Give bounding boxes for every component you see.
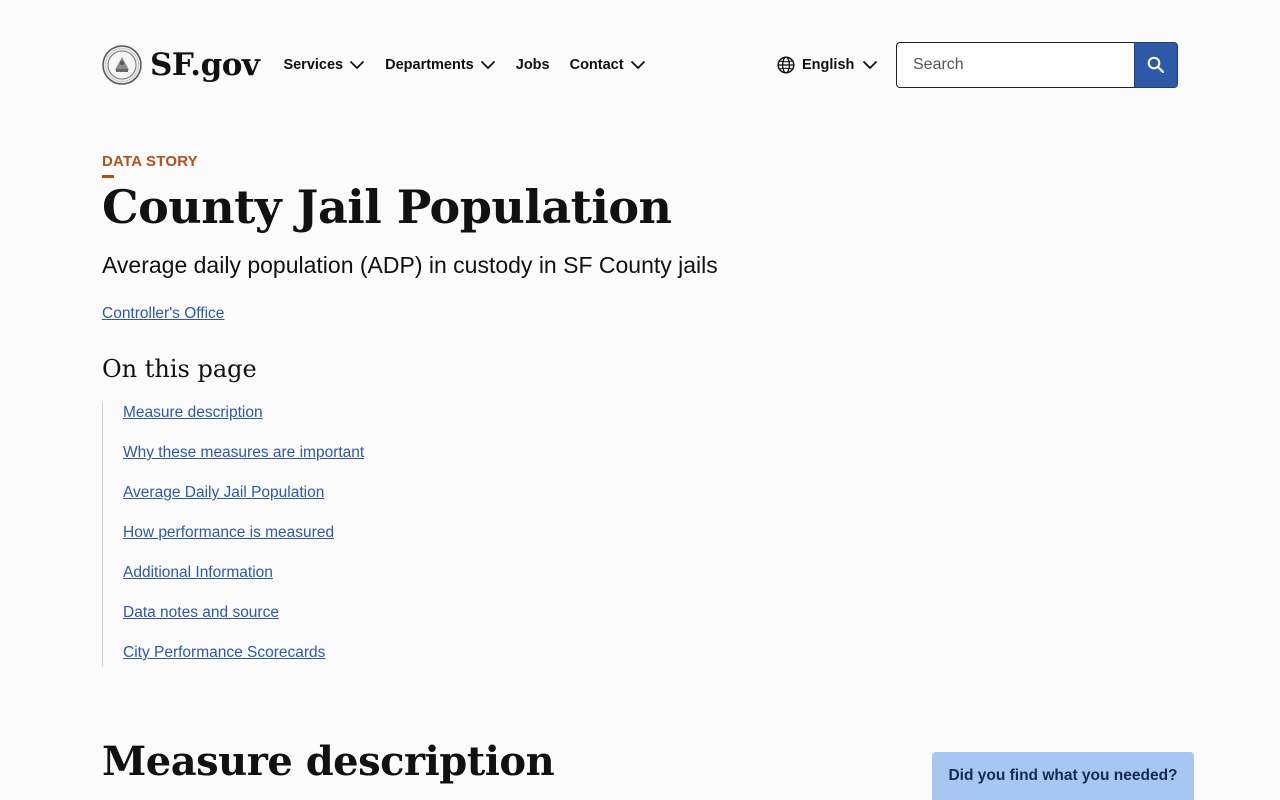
toc-link-why-important[interactable]: Why these measures are important	[123, 442, 364, 482]
page-subtitle: Average daily population (ADP) in custod…	[102, 252, 718, 278]
sf-gov-logo[interactable]: SF.gov	[102, 45, 260, 85]
language-label: English	[802, 57, 855, 73]
logo-text: SF.gov	[150, 47, 260, 83]
toc-link-data-notes[interactable]: Data notes and source	[123, 602, 364, 642]
nav-departments-label: Departments	[385, 57, 474, 73]
table-of-contents: Measure description Why these measures a…	[102, 402, 364, 666]
nav-departments[interactable]: Departments	[385, 57, 496, 73]
globe-icon	[777, 56, 795, 74]
chevron-down-icon	[480, 60, 495, 70]
content-type-label: DATA STORY	[102, 153, 198, 170]
feedback-button[interactable]: Did you find what you needed?	[932, 752, 1194, 800]
eyebrow-underline	[102, 175, 114, 178]
language-selector[interactable]: English	[777, 56, 878, 74]
toc-link-additional-information[interactable]: Additional Information	[123, 562, 364, 602]
search-icon	[1147, 56, 1165, 74]
toc-link-how-measured[interactable]: How performance is measured	[123, 522, 364, 562]
toc-link-scorecards[interactable]: City Performance Scorecards	[123, 642, 364, 682]
search-input[interactable]	[896, 42, 1134, 88]
nav-contact-label: Contact	[569, 57, 624, 73]
toc-heading: On this page	[102, 355, 257, 383]
chevron-down-icon	[630, 60, 645, 70]
section-title-measure-description: Measure description	[102, 738, 555, 785]
nav-contact[interactable]: Contact	[570, 57, 646, 73]
nav-services[interactable]: Services	[283, 57, 365, 73]
chevron-down-icon	[863, 60, 878, 70]
nav-services-label: Services	[283, 57, 344, 73]
page: SF.gov Services Departments Jobs Contact	[0, 0, 1280, 800]
page-title: County Jail Population	[102, 180, 672, 234]
toc-link-measure-description[interactable]: Measure description	[123, 402, 364, 442]
chevron-down-icon	[349, 60, 365, 70]
nav-jobs[interactable]: Jobs	[516, 57, 550, 73]
search-button[interactable]	[1134, 42, 1178, 88]
search-form	[896, 42, 1178, 88]
site-header: SF.gov Services Departments Jobs Contact	[102, 42, 1178, 88]
department-link[interactable]: Controller's Office	[102, 305, 224, 323]
city-seal-icon	[102, 45, 142, 85]
toc-link-average-daily-jail-population[interactable]: Average Daily Jail Population	[123, 482, 364, 522]
nav-jobs-label: Jobs	[515, 57, 550, 73]
main-nav: Services Departments Jobs Contact	[283, 57, 665, 73]
